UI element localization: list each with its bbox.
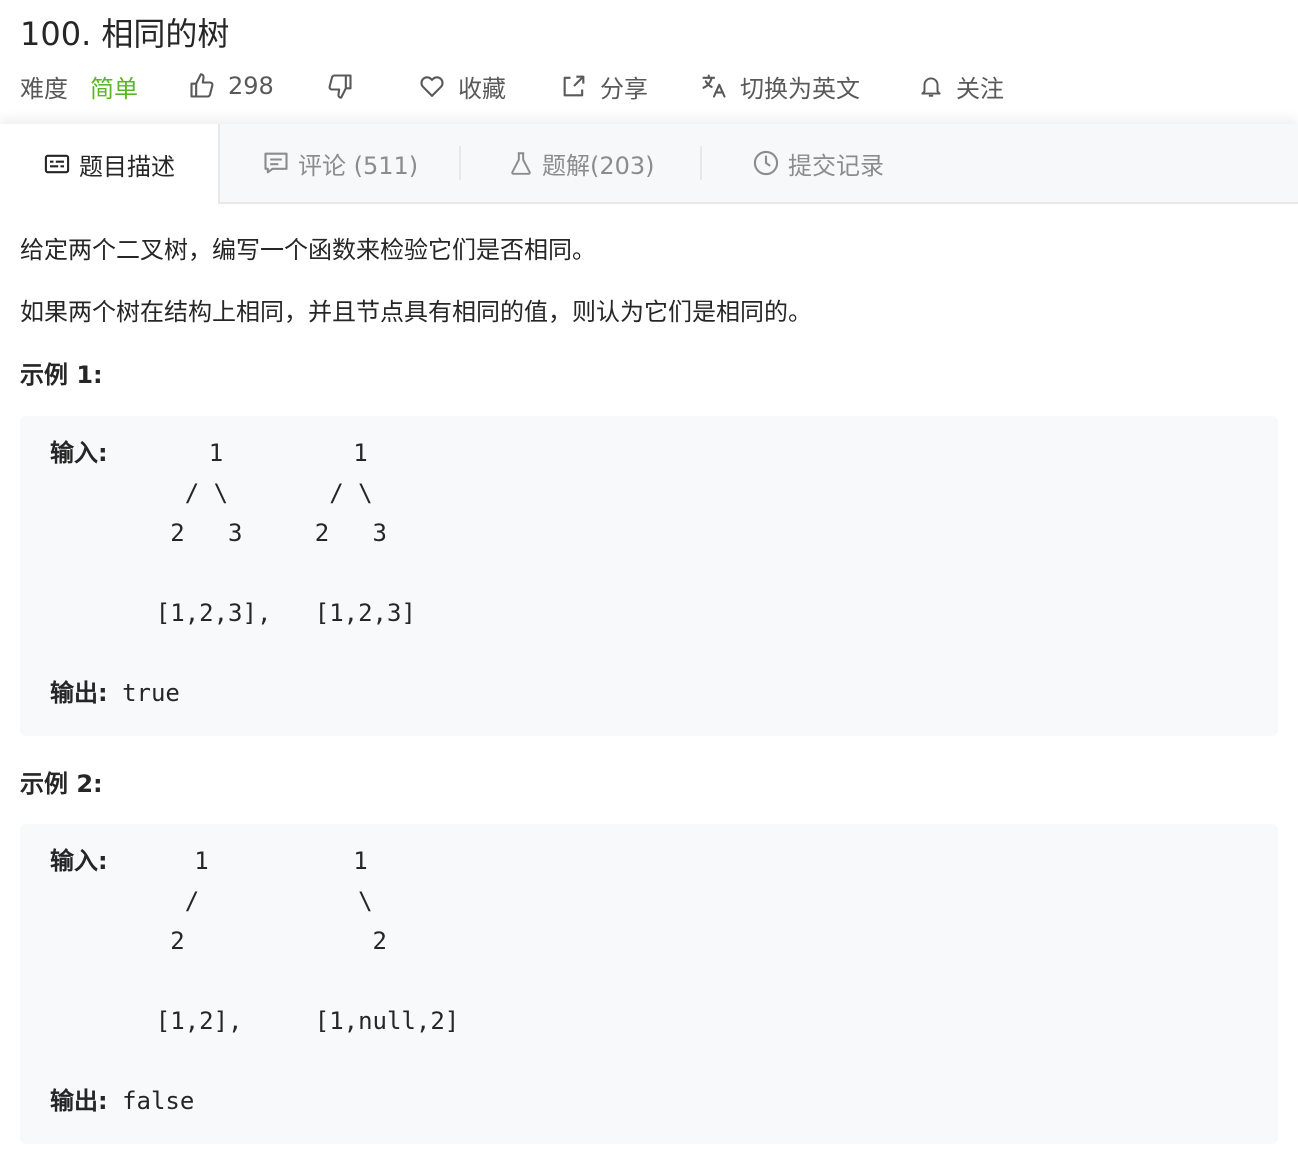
like-count: 298 <box>228 72 274 100</box>
difficulty-value: 简单 <box>90 74 138 103</box>
example-heading: 示例 2: <box>20 770 103 798</box>
code-line: 输出: true <box>50 673 180 713</box>
tab-description[interactable]: 题目描述 <box>0 124 220 204</box>
switch-language-label: 切换为英文 <box>740 74 860 103</box>
favorite-button[interactable]: 收藏 <box>418 64 506 108</box>
heart-icon <box>418 72 446 100</box>
dislike-button[interactable] <box>326 64 354 108</box>
code-line: / \ <box>50 881 373 921</box>
share-icon <box>560 72 588 100</box>
code-text: / \ <box>98 887 373 915</box>
tab-submissions-label: 提交记录 <box>788 151 884 180</box>
input-label: 输入: <box>50 847 108 875</box>
code-text: / \ / \ <box>98 479 373 507</box>
description-paragraph: 如果两个树在结构上相同，并且节点具有相同的值，则认为它们是相同的。 <box>20 298 812 326</box>
clock-icon <box>752 149 788 177</box>
code-text: [1,2,3], [1,2,3] <box>98 599 416 627</box>
follow-button[interactable]: 关注 <box>918 64 1004 108</box>
tab-description-label: 题目描述 <box>79 152 175 181</box>
code-line: [1,2], [1,null,2] <box>50 1001 459 1041</box>
code-line: 输出: false <box>50 1081 194 1121</box>
code-line: 2 2 <box>50 921 387 961</box>
code-line: 输入: 1 1 <box>50 433 368 473</box>
tab-solutions-label: 题解(203) <box>542 151 655 180</box>
favorite-label: 收藏 <box>458 74 506 103</box>
output-label: 输出: <box>50 1087 108 1115</box>
code-text: [1,2], [1,null,2] <box>98 1007 460 1035</box>
translate-icon <box>700 72 728 100</box>
code-text: 1 1 <box>107 439 368 467</box>
bell-icon <box>918 73 944 99</box>
thumbs-down-icon <box>326 72 354 100</box>
code-text: 2 3 2 3 <box>98 519 387 547</box>
difficulty: 难度 简单 <box>20 64 138 108</box>
comment-icon <box>262 149 298 177</box>
tab-comments[interactable]: 评论 (511) <box>262 124 418 202</box>
problem-title: 100. 相同的树 <box>20 15 230 53</box>
thumbs-up-icon <box>188 72 216 100</box>
code-text: 1 1 <box>107 847 368 875</box>
difficulty-label: 难度 <box>20 74 68 103</box>
follow-label: 关注 <box>956 74 1004 103</box>
tab-solutions[interactable]: 题解(203) <box>508 124 655 202</box>
tab-comments-label: 评论 (511) <box>298 151 419 180</box>
share-button[interactable]: 分享 <box>560 64 648 108</box>
like-button[interactable]: 298 <box>188 64 274 108</box>
switch-language-button[interactable]: 切换为英文 <box>700 64 860 108</box>
output-value: true <box>122 679 180 707</box>
code-line: / \ / \ <box>50 473 373 513</box>
output-label: 输出: <box>50 679 108 707</box>
example-code-block: 输入: 1 1 / \ 2 2 [1,2], [1,null,2] 输出: fa… <box>20 824 1278 1144</box>
code-line: 2 3 2 3 <box>50 513 387 553</box>
code-line: [1,2,3], [1,2,3] <box>50 593 416 633</box>
share-label: 分享 <box>600 74 648 103</box>
tab-bar: 题目描述 评论 (511) 题解(203) 提交记录 <box>0 124 1298 204</box>
description-icon <box>43 150 79 178</box>
example-code-block: 输入: 1 1 / \ / \ 2 3 2 3 [1,2,3], [1,2,3]… <box>20 416 1278 736</box>
flask-icon <box>508 149 542 177</box>
problem-meta-bar: 难度 简单 298 收藏 分享 切换为英文 关注 <box>0 64 1298 108</box>
code-text: 2 2 <box>98 927 387 955</box>
code-line: 输入: 1 1 <box>50 841 368 881</box>
example-heading: 示例 1: <box>20 361 103 389</box>
tab-submissions[interactable]: 提交记录 <box>752 124 884 202</box>
tab-divider <box>459 146 461 180</box>
description-paragraph: 给定两个二叉树，编写一个函数来检验它们是否相同。 <box>20 236 596 264</box>
output-value: false <box>122 1087 195 1115</box>
tab-divider <box>700 146 702 180</box>
input-label: 输入: <box>50 439 108 467</box>
